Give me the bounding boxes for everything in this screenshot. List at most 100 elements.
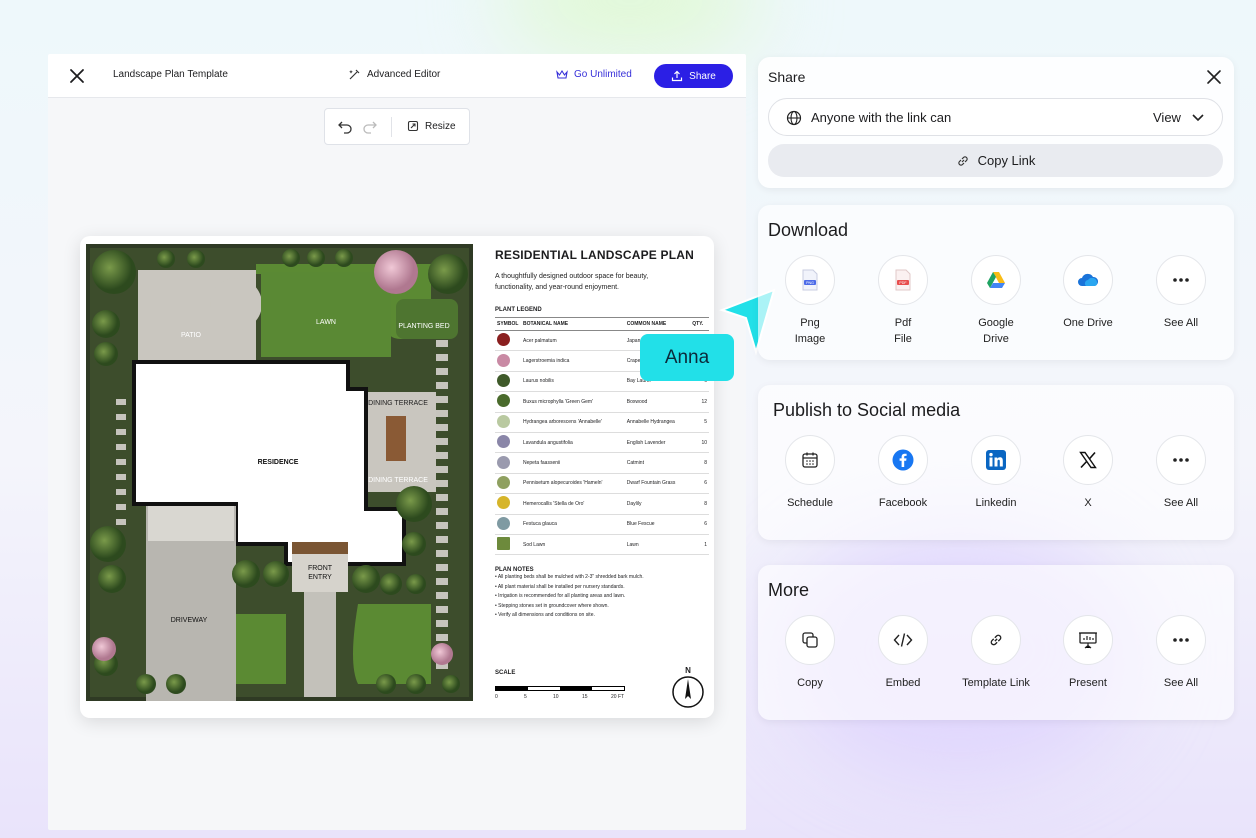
google-drive-button[interactable]: Google Drive [951, 255, 1041, 347]
download-title: Download [768, 220, 849, 240]
landscape-plan-canvas[interactable]: PATIO LAWN PLANTING BED DINING TERRACE D… [80, 236, 714, 718]
x-button[interactable]: X [1043, 435, 1133, 511]
present-button[interactable]: Present [1043, 615, 1133, 691]
legend-qty: 1 [690, 534, 709, 556]
download-png-button[interactable]: PNG Png Image [765, 255, 855, 347]
legend-row: Lavandula angustifolia English Lavender 10 [495, 432, 709, 454]
area-label-entry: ENTRY [308, 574, 332, 581]
legend-botanical-name: Hemerocallis 'Stella de Oro' [521, 493, 625, 515]
code-icon [893, 633, 913, 647]
embed-label: Embed [885, 677, 921, 689]
scale-bar [495, 686, 625, 691]
editor-topbar: Landscape Plan Template Advanced Editor … [48, 54, 746, 98]
document-title[interactable]: Landscape Plan Template [113, 69, 228, 80]
north-label: N [685, 666, 691, 675]
legend-qty: 5 [690, 412, 709, 433]
link-access-role: View [1153, 110, 1181, 125]
go-unlimited-button[interactable]: Go Unlimited [556, 69, 632, 80]
copy-link-button[interactable]: Copy Link [768, 144, 1223, 177]
link-access-text: Anyone with the link can [811, 110, 952, 125]
linkedin-button[interactable]: Linkedin [951, 435, 1041, 511]
legend-botanical-name: Acer palmatum [521, 330, 625, 352]
legend-botanical-name: Nepeta faassenii [521, 452, 625, 474]
legend-row: Hemerocallis 'Stella de Oro' Daylily 8 [495, 493, 709, 515]
x-icon [1079, 451, 1097, 469]
upload-icon [672, 70, 683, 82]
linkedin-label: Linkedin [975, 497, 1017, 509]
share-button[interactable]: Share [654, 64, 733, 88]
legend-qty: 8 [690, 493, 709, 515]
facebook-button[interactable]: Facebook [858, 435, 948, 511]
legend-common-name: Dwarf Fountain Grass [624, 473, 691, 495]
plan-note: • All planting beds shall be mulched wit… [495, 574, 644, 581]
download-pdf-label-1: Pdf [894, 317, 912, 329]
copy-link-label: Copy Link [977, 153, 1036, 168]
north-arrow: N [668, 666, 708, 716]
legend-symbol [495, 534, 521, 556]
area-label-lawn: LAWN [316, 319, 336, 326]
legend-common-name: Daylily [624, 493, 691, 515]
legend-symbol [495, 391, 521, 413]
embed-button[interactable]: Embed [858, 615, 948, 691]
floating-toolbar: Resize [324, 108, 470, 145]
share-panel-title: Share [768, 69, 806, 85]
plant-symbol-icon [497, 516, 510, 530]
legend-symbol [495, 452, 521, 474]
copy-button[interactable]: Copy [765, 615, 855, 691]
share-panel: Share Anyone with the link can View Copy… [758, 57, 1234, 188]
area-label-planting-bed: PLANTING BED [398, 323, 449, 330]
download-see-all-button[interactable]: See All [1136, 255, 1226, 331]
legend-col-symbol: SYMBOL [495, 317, 521, 331]
download-pdf-button[interactable]: PDF Pdf File [858, 255, 948, 347]
editor-panel: Landscape Plan Template Advanced Editor … [48, 54, 746, 830]
legend-common-name: Catmint [624, 452, 691, 474]
link-icon [990, 634, 1002, 646]
resize-button[interactable]: Resize [407, 120, 456, 132]
area-label-driveway: DRIVEWAY [171, 617, 208, 624]
legend-col-common: COMMON NAME [624, 317, 691, 331]
download-pdf-label-2: File [894, 333, 912, 345]
crown-icon [556, 69, 568, 79]
area-label-dining-terrace-top: DINING TERRACE [368, 400, 428, 407]
legend-qty: 6 [690, 473, 709, 495]
link-access-select[interactable]: Anyone with the link can View [768, 98, 1223, 136]
more-icon [1173, 638, 1189, 642]
area-label-patio: PATIO [181, 332, 202, 339]
legend-col-botanical: BOTANICAL NAME [521, 317, 625, 331]
plant-symbol-icon [497, 373, 510, 387]
link-icon [957, 155, 968, 166]
legend-row: Nepeta faassenii Catmint 8 [495, 452, 709, 474]
more-options-panel: More Copy Embed Template Link Present Se… [758, 565, 1234, 720]
plant-symbol-icon [497, 537, 510, 551]
more-see-all-button[interactable]: See All [1136, 615, 1226, 691]
globe-icon [786, 110, 802, 126]
scale-tick: 20 FT [611, 694, 625, 700]
svg-text:PDF: PDF [899, 281, 907, 285]
template-link-button[interactable]: Template Link [951, 615, 1041, 691]
undo-icon[interactable] [337, 120, 353, 134]
copy-icon [802, 632, 818, 648]
social-see-all-button[interactable]: See All [1136, 435, 1226, 511]
onedrive-icon [1078, 273, 1099, 286]
resize-label: Resize [425, 120, 456, 132]
social-title: Publish to Social media [773, 400, 961, 420]
onedrive-button[interactable]: One Drive [1043, 255, 1133, 331]
legend-common-name: English Lavender [624, 432, 691, 454]
close-icon[interactable] [68, 67, 86, 85]
redo-icon[interactable] [362, 120, 378, 134]
magic-wand-icon [349, 69, 360, 80]
schedule-button[interactable]: Schedule [765, 435, 855, 511]
svg-text:PNG: PNG [806, 281, 814, 285]
close-icon[interactable] [1206, 69, 1222, 85]
plan-note: • Irrigation is recommended for all plan… [495, 593, 626, 600]
legend-common-name: Lawn [624, 534, 691, 556]
legend-row: Hydrangea arborescens 'Annabelle' Annabel… [495, 412, 709, 433]
area-label-dining-terrace: DINING TERRACE [368, 477, 428, 484]
more-title: More [768, 580, 810, 600]
scale-tick: 10 [553, 694, 559, 700]
advanced-editor-button[interactable]: Advanced Editor [348, 68, 440, 81]
legend-symbol [495, 432, 521, 454]
landscape-site-plan-drawing: PATIO LAWN PLANTING BED DINING TERRACE D… [86, 244, 473, 701]
legend-qty: 6 [690, 514, 709, 535]
plant-symbol-icon [497, 435, 510, 449]
